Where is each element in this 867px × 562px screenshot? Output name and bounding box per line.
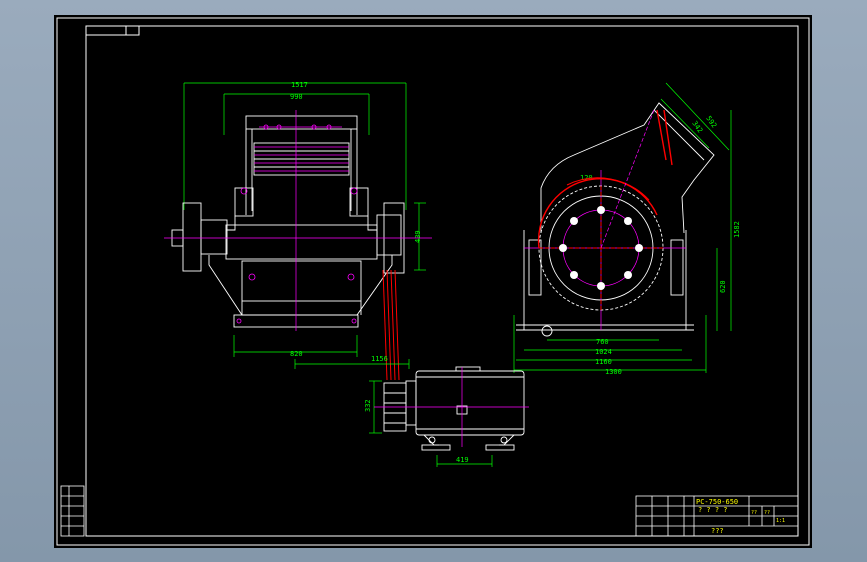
front-rotor-detail — [236, 124, 358, 324]
dim-base-width: 820 — [290, 350, 303, 358]
title-label-1: ?? — [751, 510, 757, 516]
title-label-2: ?? — [764, 510, 770, 516]
dim-offset: 1156 — [371, 355, 388, 363]
motor-view: 1156 332 419 — [294, 355, 529, 467]
side-view: 592 342 120 1582 620 760 1024 1160 1300 — [513, 82, 741, 376]
dim-height-total: 1582 — [733, 221, 741, 238]
dim-foot-spacing: 419 — [456, 456, 469, 464]
motor-body — [383, 366, 525, 451]
side-inlet-liners — [656, 109, 673, 166]
title-scale: 1:1 — [776, 518, 785, 524]
revision-strip — [60, 485, 85, 537]
dim-base-outer: 1160 — [595, 358, 612, 366]
drawing-number: PC-750-650 — [696, 498, 738, 506]
dim-inlet-outer: 592 — [704, 115, 718, 130]
part-name: ? ? ? ? — [698, 506, 728, 514]
company-name: ??? — [711, 527, 724, 535]
side-housing — [516, 102, 715, 337]
outer-border — [56, 17, 810, 546]
front-view: 1517 990 820 439 — [164, 81, 432, 381]
top-left-code-box — [85, 25, 140, 36]
cad-drawing: 1517 990 820 439 592 342 120 1582 620 76… — [56, 17, 810, 546]
dim-base-total: 1300 — [605, 368, 622, 376]
dim-base-inner: 760 — [596, 338, 609, 346]
dim-side-height: 439 — [414, 230, 422, 243]
inner-border — [85, 25, 799, 537]
dim-overall-width: 1517 — [291, 81, 308, 89]
side-rotor — [524, 170, 686, 330]
dim-inner-width: 990 — [290, 93, 303, 101]
front-belts — [382, 269, 400, 381]
front-housing — [171, 115, 405, 328]
dim-base-mid: 1024 — [595, 348, 612, 356]
dim-pulley-height: 332 — [364, 399, 372, 412]
dim-height-lower: 620 — [719, 280, 727, 293]
drawing-sheet: 1517 990 820 439 592 342 120 1582 620 76… — [54, 15, 812, 548]
